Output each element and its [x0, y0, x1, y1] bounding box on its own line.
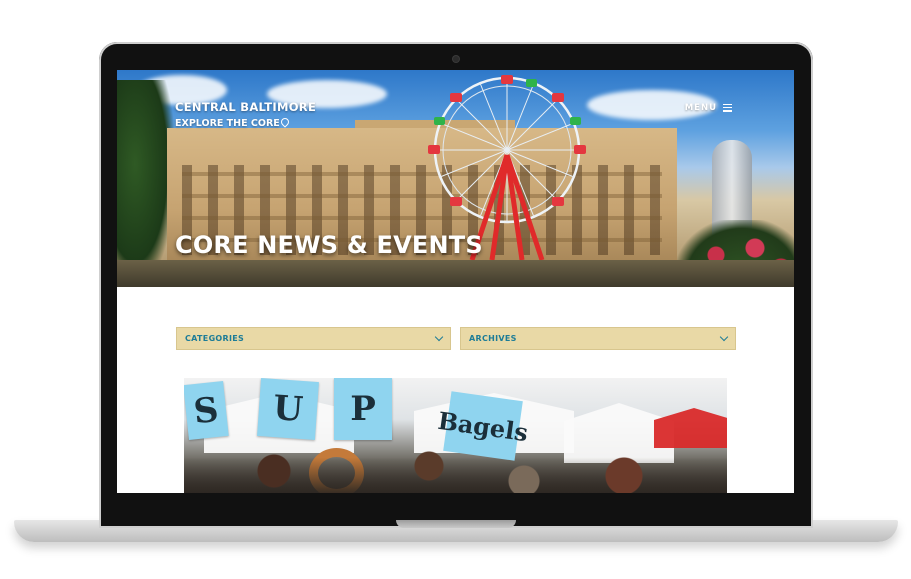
chevron-down-icon — [719, 332, 729, 342]
categories-label: CATEGORIES — [185, 334, 245, 343]
sign-bagels: Bagels — [436, 391, 530, 461]
sign-letter: S — [184, 381, 229, 440]
chevron-down-icon — [434, 332, 444, 342]
archives-dropdown[interactable]: ARCHIVES — [460, 327, 736, 350]
page-title: CORE NEWS & EVENTS — [175, 231, 483, 259]
laptop-notch — [396, 520, 516, 528]
map-pin-icon — [279, 116, 291, 128]
logo-title: CENTRAL BALTIMORE — [175, 100, 317, 114]
archives-label: ARCHIVES — [469, 334, 517, 343]
logo-tagline-core: CORE — [250, 118, 280, 129]
logo-tagline-prefix: EXPLORE THE — [175, 118, 251, 129]
street-strip — [117, 260, 794, 287]
menu-button[interactable]: MENU — [685, 102, 732, 113]
sign-letter: P — [334, 378, 392, 440]
site-logo[interactable]: CENTRAL BALTIMORE EXPLORE THE CORE — [175, 100, 316, 129]
sign-letter: U — [257, 378, 319, 440]
hero-banner: CENTRAL BALTIMORE EXPLORE THE CORE MENU … — [117, 70, 794, 287]
post-featured-image[interactable]: S U P Bagels — [184, 378, 727, 493]
categories-dropdown[interactable]: CATEGORIES — [176, 327, 451, 350]
hamburger-icon — [723, 102, 732, 113]
menu-label: MENU — [684, 102, 717, 113]
webcam — [453, 56, 459, 62]
logo-tagline: EXPLORE THE CORE — [175, 116, 316, 129]
laptop-screen: CENTRAL BALTIMORE EXPLORE THE CORE MENU … — [117, 70, 794, 493]
